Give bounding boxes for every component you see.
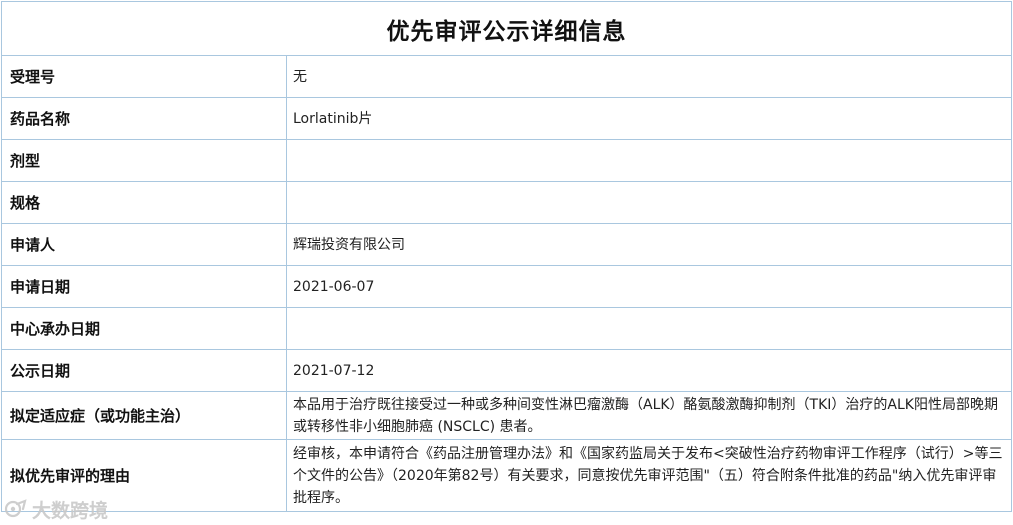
center-handling-date-label: 中心承办日期 xyxy=(1,307,287,350)
table-row: 拟定适应症（或功能主治） 本品用于治疗既往接受过一种或多种间变性淋巴瘤激酶（AL… xyxy=(1,391,1012,440)
specification-label: 规格 xyxy=(1,181,287,224)
table-row: 拟优先审评的理由 经审核，本申请符合《药品注册管理办法》和《国家药监局关于发布<… xyxy=(1,439,1012,512)
table-row: 申请人 辉瑞投资有限公司 xyxy=(1,223,1012,266)
application-date-value: 2021-06-07 xyxy=(286,265,1012,308)
watermark-text: 大数跨境 xyxy=(32,499,109,522)
center-handling-date-value xyxy=(286,307,1012,350)
acceptance-number-value: 无 xyxy=(286,55,1012,98)
publicity-date-value: 2021-07-12 xyxy=(286,349,1012,392)
table-row: 药品名称 Lorlatinib片 xyxy=(1,97,1012,140)
dosage-form-label: 剂型 xyxy=(1,139,287,182)
title-row: 优先审评公示详细信息 xyxy=(1,1,1012,56)
publicity-date-label: 公示日期 xyxy=(1,349,287,392)
table-row: 申请日期 2021-06-07 xyxy=(1,265,1012,308)
indication-label: 拟定适应症（或功能主治） xyxy=(1,391,287,440)
brand-logo-icon xyxy=(4,499,27,518)
applicant-label: 申请人 xyxy=(1,223,287,266)
acceptance-number-label: 受理号 xyxy=(1,55,287,98)
table-row: 剂型 xyxy=(1,139,1012,182)
specification-value xyxy=(286,181,1012,224)
application-date-label: 申请日期 xyxy=(1,265,287,308)
table-row: 规格 xyxy=(1,181,1012,224)
page-title: 优先审评公示详细信息 xyxy=(1,1,1012,56)
dosage-form-value xyxy=(286,139,1012,182)
table-row: 中心承办日期 xyxy=(1,307,1012,350)
drug-name-label: 药品名称 xyxy=(1,97,287,140)
detail-table: 优先审评公示详细信息 受理号 无 药品名称 Lorlatinib片 剂型 规格 … xyxy=(1,1,1012,512)
applicant-value: 辉瑞投资有限公司 xyxy=(286,223,1012,266)
watermark: 大数跨境 xyxy=(4,496,108,522)
table-row: 受理号 无 xyxy=(1,55,1012,98)
indication-value: 本品用于治疗既往接受过一种或多种间变性淋巴瘤激酶（ALK）酪氨酸激酶抑制剂（TK… xyxy=(286,391,1012,440)
priority-reason-value: 经审核，本申请符合《药品注册管理办法》和《国家药监局关于发布<突破性治疗药物审评… xyxy=(286,439,1012,512)
table-row: 公示日期 2021-07-12 xyxy=(1,349,1012,392)
drug-name-value: Lorlatinib片 xyxy=(286,97,1012,140)
